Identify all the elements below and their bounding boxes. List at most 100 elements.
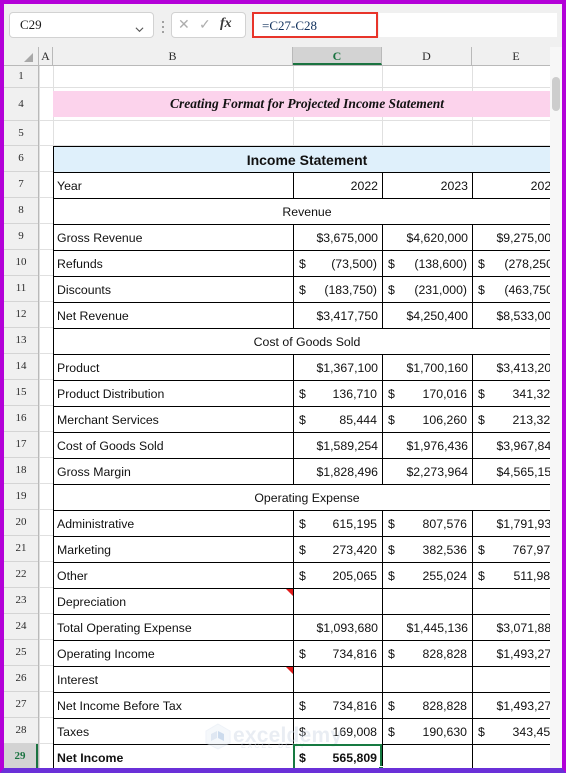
row-header-9[interactable]: 9 xyxy=(4,224,38,250)
table-row[interactable]: Total Operating Expense $1,093,680 $1,445,… xyxy=(54,615,560,641)
table-row[interactable]: Gross Revenue $3,675,000 $4,620,000 $9,275,… xyxy=(54,225,560,251)
row-label-cell[interactable]: Taxes xyxy=(54,719,294,745)
year-value-cell-2023[interactable]: 2023 xyxy=(383,173,473,199)
row-value-cell[interactable]: $828,828 xyxy=(383,693,473,719)
row-value-cell[interactable]: $1,589,254 xyxy=(294,433,383,459)
row-value-cell[interactable]: $ (73,500) xyxy=(294,251,383,277)
row-header-24[interactable]: 24 xyxy=(4,614,38,640)
sheet-title-banner[interactable]: Creating Format for Projected Income Sta… xyxy=(53,91,561,117)
row-header-7[interactable]: 7 xyxy=(4,172,38,198)
table-row[interactable]: Interest xyxy=(54,667,560,693)
row-label-cell[interactable]: Merchant Services xyxy=(54,407,294,433)
row-value-cell[interactable]: $615,195 xyxy=(294,511,383,537)
row-value-cell[interactable]: $1,976,436 xyxy=(383,433,473,459)
row-label-cell[interactable]: Operating Income xyxy=(54,641,294,667)
table-row[interactable]: Product Distribution $136,710 $170,016 $341… xyxy=(54,381,560,407)
row-value-cell[interactable] xyxy=(294,589,383,615)
row-label-cell[interactable]: Refunds xyxy=(54,251,294,277)
row-header-14[interactable]: 14 xyxy=(4,354,38,380)
table-row[interactable]: Administrative $615,195 $807,576 $1,791,930 xyxy=(54,511,560,537)
row-header-25[interactable]: 25 xyxy=(4,640,38,666)
row-header-17[interactable]: 17 xyxy=(4,432,38,458)
row-label-cell[interactable]: Administrative xyxy=(54,511,294,537)
row-value-cell[interactable]: $ (231,000) xyxy=(383,277,473,303)
row-header-21[interactable]: 21 xyxy=(4,536,38,562)
select-all-corner[interactable] xyxy=(4,47,39,65)
table-row[interactable]: Net Income $565,809 xyxy=(54,745,560,768)
column-header-e[interactable]: E xyxy=(472,47,561,65)
row-value-cell[interactable]: $1,093,680 xyxy=(294,615,383,641)
row-header-11[interactable]: 11 xyxy=(4,276,38,302)
row-label-cell[interactable]: Discounts xyxy=(54,277,294,303)
row-value-cell[interactable]: $4,620,000 xyxy=(383,225,473,251)
row-label-cell[interactable]: Product xyxy=(54,355,294,381)
table-row[interactable]: Gross Margin $1,828,496 $2,273,964 $4,565,1… xyxy=(54,459,560,485)
row-value-cell[interactable]: $1,791,930 xyxy=(473,511,562,537)
row-label-cell[interactable]: Interest xyxy=(54,667,294,693)
row-label-cell[interactable]: Other xyxy=(54,563,294,589)
row-value-cell[interactable]: $273,420 xyxy=(294,537,383,563)
row-value-cell[interactable]: $213,325 xyxy=(473,407,562,433)
table-row[interactable]: Refunds $ (73,500) $ (138,600) $ (278,250) xyxy=(54,251,560,277)
table-section-row[interactable]: Revenue xyxy=(54,199,560,225)
row-value-cell[interactable]: $511,980 xyxy=(473,563,562,589)
row-header-27[interactable]: 27 xyxy=(4,692,38,718)
row-value-cell[interactable]: $3,071,880 xyxy=(473,615,562,641)
row-header-8[interactable]: 8 xyxy=(4,198,38,224)
table-row[interactable]: Marketing $273,420 $382,536 $767,970 xyxy=(54,537,560,563)
row-value-cell[interactable]: $4,565,155 xyxy=(473,459,562,485)
row-value-cell[interactable]: $734,816 xyxy=(294,693,383,719)
row-value-cell[interactable]: $807,576 xyxy=(383,511,473,537)
chevron-down-icon[interactable] xyxy=(135,21,144,33)
comment-indicator-icon[interactable] xyxy=(286,589,293,596)
row-value-cell[interactable]: $85,444 xyxy=(294,407,383,433)
row-value-cell[interactable]: $136,710 xyxy=(294,381,383,407)
row-label-cell[interactable]: Gross Margin xyxy=(54,459,294,485)
table-title-cell[interactable]: Income Statement xyxy=(54,147,560,173)
name-box[interactable]: C29 xyxy=(9,12,154,38)
vertical-scrollbar[interactable] xyxy=(550,47,562,768)
table-title-row[interactable]: Income Statement xyxy=(54,147,560,173)
row-value-cell[interactable]: $3,967,845 xyxy=(473,433,562,459)
row-header-13[interactable]: 13 xyxy=(4,328,38,354)
row-value-cell[interactable]: $382,536 xyxy=(383,537,473,563)
row-header-12[interactable]: 12 xyxy=(4,302,38,328)
row-label-cell[interactable]: Net Income Before Tax xyxy=(54,693,294,719)
row-value-cell[interactable]: $1,700,160 xyxy=(383,355,473,381)
formula-bar-remainder[interactable] xyxy=(378,12,558,38)
row-value-cell[interactable]: $8,533,000 xyxy=(473,303,562,329)
insert-function-icon[interactable]: fx xyxy=(220,16,232,32)
table-section-row[interactable]: Operating Expense xyxy=(54,485,560,511)
row-value-cell[interactable]: $4,250,400 xyxy=(383,303,473,329)
row-value-cell[interactable]: $ (183,750) xyxy=(294,277,383,303)
row-value-cell[interactable]: $205,065 xyxy=(294,563,383,589)
section-label-cell[interactable]: Revenue xyxy=(54,199,560,225)
table-row[interactable]: Discounts $ (183,750) $ (231,000) $ (463,75… xyxy=(54,277,560,303)
row-value-cell[interactable]: $343,453 xyxy=(473,719,562,745)
section-label-cell[interactable]: Cost of Goods Sold xyxy=(54,329,560,355)
row-header-18[interactable]: 18 xyxy=(4,458,38,484)
row-value-cell[interactable] xyxy=(473,589,562,615)
table-row[interactable]: Operating Income $734,816 $828,828 $1,493,2… xyxy=(54,641,560,667)
section-label-cell[interactable]: Operating Expense xyxy=(54,485,560,511)
table-row[interactable]: Net Income Before Tax $734,816 $828,828 $1,… xyxy=(54,693,560,719)
formula-input-highlight[interactable]: =C27-C28 xyxy=(252,12,378,38)
row-label-cell[interactable]: Net Revenue xyxy=(54,303,294,329)
table-row[interactable]: Merchant Services $85,444 $106,260 $213,325 xyxy=(54,407,560,433)
row-value-cell[interactable]: $9,275,000 xyxy=(473,225,562,251)
row-header-15[interactable]: 15 xyxy=(4,380,38,406)
row-header-19[interactable]: 19 xyxy=(4,484,38,510)
row-value-cell[interactable]: $ (138,600) xyxy=(383,251,473,277)
row-value-cell[interactable]: $565,809 xyxy=(294,745,383,768)
row-header-16[interactable]: 16 xyxy=(4,406,38,432)
row-header-1[interactable]: 1 xyxy=(4,66,38,88)
row-value-cell[interactable]: $2,273,964 xyxy=(383,459,473,485)
table-row[interactable]: Product $1,367,100 $1,700,160 $3,413,200 xyxy=(54,355,560,381)
row-value-cell[interactable]: $1,445,136 xyxy=(383,615,473,641)
row-value-cell[interactable]: $ (463,750) xyxy=(473,277,562,303)
fill-handle[interactable] xyxy=(378,766,384,768)
worksheet-grid[interactable]: Creating Format for Projected Income Sta… xyxy=(39,66,562,768)
table-row[interactable]: Depreciation xyxy=(54,589,560,615)
table-year-row[interactable]: Year 2022 2023 2024 xyxy=(54,173,560,199)
row-value-cell[interactable] xyxy=(294,667,383,693)
